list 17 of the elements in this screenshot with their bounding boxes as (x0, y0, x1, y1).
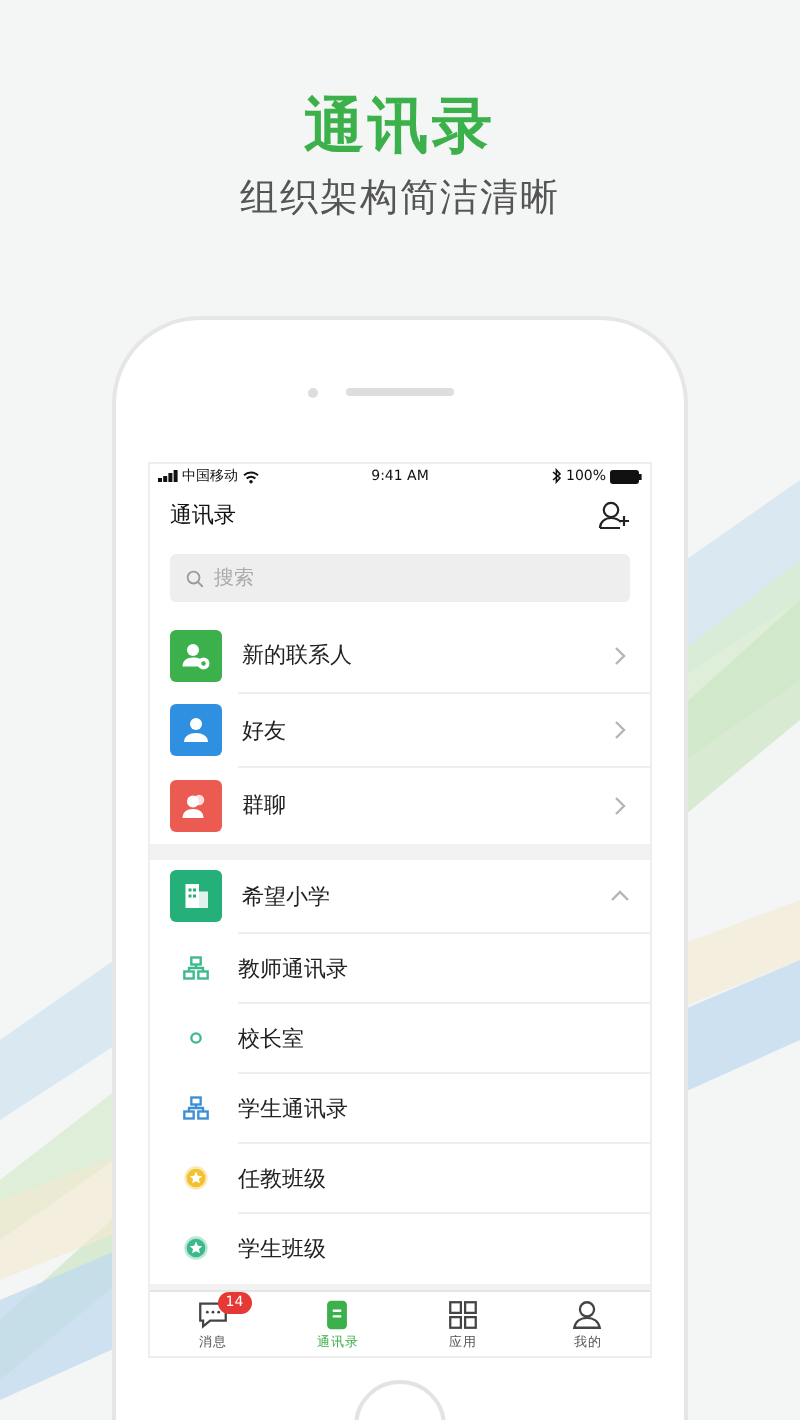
screen-title: 通讯录 (170, 499, 236, 529)
page-title: 通讯录 (302, 90, 498, 166)
battery-icon (610, 469, 642, 483)
search-icon (186, 569, 204, 587)
bluetooth-icon (551, 468, 562, 484)
speaker-icon (346, 388, 454, 396)
add-contact-icon[interactable] (598, 499, 630, 529)
camera-icon (308, 387, 318, 397)
wifi-icon (242, 469, 260, 483)
chevron-right-icon (610, 645, 630, 666)
chat-bubble-icon (195, 1298, 230, 1332)
page-subtitle: 组织架构简洁清晰 (238, 174, 562, 224)
grid-icon (445, 1298, 480, 1332)
chevron-right-icon (610, 795, 630, 816)
chevron-right-icon (610, 720, 630, 741)
person-icon (570, 1298, 605, 1332)
signal-icon (158, 470, 178, 482)
